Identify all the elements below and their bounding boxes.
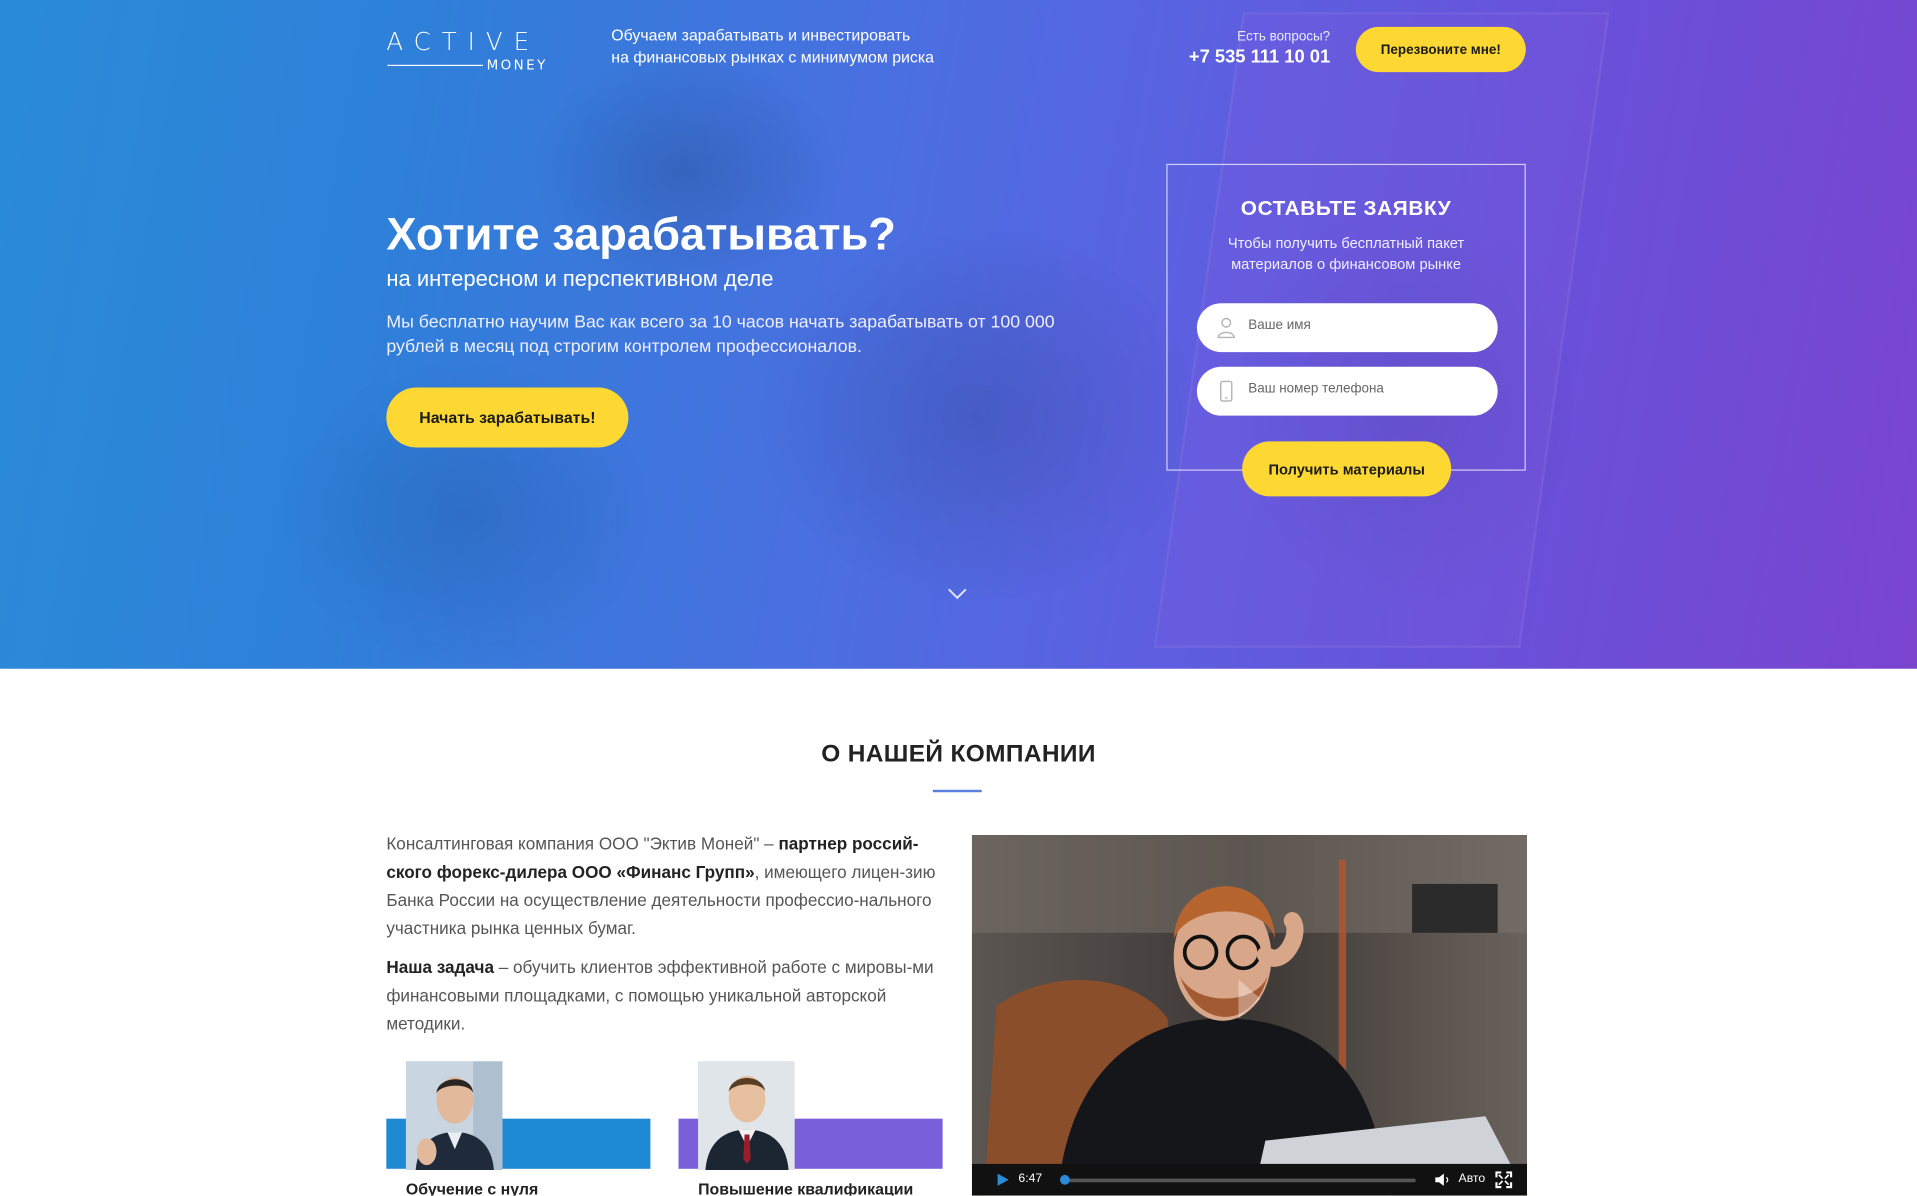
callback-button[interactable]: Перезвоните мне!: [1355, 26, 1526, 73]
video-controls: 6:47 Авто: [971, 1163, 1528, 1196]
tagline-line-2: на финансовых рынках с минимумом риска: [611, 47, 935, 67]
video-progress-track[interactable]: [1061, 1178, 1416, 1183]
about-paragraph-2: Наша задача – обучить клиентов эффективн…: [386, 954, 936, 1038]
get-materials-button[interactable]: Получить материалы: [1242, 441, 1452, 497]
header-phone[interactable]: +7 535 111 10 01: [1149, 46, 1330, 67]
about-paragraph-1: Консалтинговая компания ООО "Эктив Моней…: [386, 830, 936, 942]
video-player[interactable]: 6:47 Авто: [971, 835, 1528, 1196]
header-tagline: Обучаем зарабатывать и инвестировать на …: [611, 24, 934, 68]
phone-input[interactable]: Ваш номер телефона: [1196, 366, 1498, 416]
volume-icon[interactable]: [1434, 1172, 1450, 1187]
form-subtitle: Чтобы получить бесплатный пакет материал…: [1227, 234, 1465, 273]
logo[interactable]: ACTIVE MONEY: [386, 27, 557, 76]
video-time: 6:47: [1018, 1172, 1043, 1186]
logo-text-bottom: MONEY: [486, 57, 548, 74]
course-card-label: Повышение квалификации: [698, 1179, 914, 1196]
about-p2-bold: Наша задача: [386, 957, 494, 977]
smartphone-icon: [1220, 380, 1233, 402]
start-earning-button[interactable]: Начать зарабатывать!: [386, 387, 629, 448]
hero-lead: Мы бесплатно научим Вас как всего за 10 …: [386, 312, 1055, 357]
logo-text-top: ACTIVE: [386, 26, 541, 57]
page: ACTIVE MONEY Обучаем зарабатывать и инве…: [0, 0, 1917, 1196]
fullscreen-icon[interactable]: [1495, 1171, 1513, 1189]
questions-label: Есть вопросы?: [1237, 29, 1331, 45]
chevron-down-icon[interactable]: [947, 587, 967, 602]
about-title-underline: [932, 789, 982, 793]
video-quality[interactable]: Авто: [1459, 1172, 1486, 1185]
play-icon[interactable]: [996, 1172, 1009, 1187]
phone-placeholder: Ваш номер телефона: [1248, 381, 1384, 397]
video-thumbnail: [971, 835, 1528, 1196]
about-p1-text-1: Консалтинговая компания ООО "Эктив Моней…: [386, 833, 779, 854]
trainer-photo-2: [698, 1061, 795, 1171]
tagline-line-1: Обучаем зарабатывать и инвестировать: [611, 25, 911, 45]
user-icon: [1217, 317, 1235, 339]
logo-divider: [387, 64, 483, 67]
name-input[interactable]: Ваше имя: [1196, 303, 1498, 353]
video-progress-handle[interactable]: [1059, 1174, 1070, 1185]
name-placeholder: Ваше имя: [1248, 317, 1311, 333]
trainer-photo-1: [405, 1061, 503, 1171]
form-title: ОСТАВЬТЕ ЗАЯВКУ: [1240, 196, 1452, 221]
course-card-label: Обучение с нуля: [405, 1179, 539, 1196]
hero-title: Хотите зарабатывать?: [386, 209, 896, 260]
about-title: О НАШЕЙ КОМПАНИИ: [821, 740, 1096, 768]
hero-subtitle: на интересном и перспективном деле: [386, 266, 774, 291]
